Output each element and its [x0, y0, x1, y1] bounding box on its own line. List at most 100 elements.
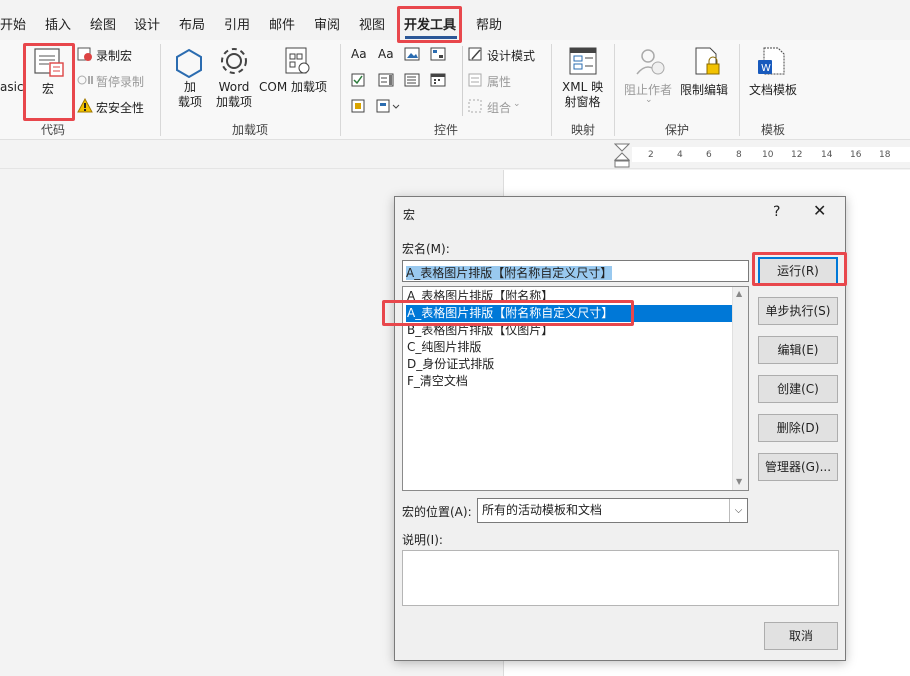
addins-hexagon-icon: [176, 48, 202, 78]
com-addins-icon: [285, 47, 310, 74]
group-label-mapping: 映射: [571, 123, 596, 137]
group-separator: [160, 44, 161, 136]
group-separator: [739, 44, 740, 136]
tab-draw[interactable]: 绘图: [90, 14, 116, 33]
group-label-code: 代码: [41, 123, 66, 137]
tab-mailings[interactable]: 邮件: [269, 14, 295, 33]
highlight-developer-tab: [397, 6, 462, 43]
controls-inner-separator: [462, 46, 463, 116]
step-into-button[interactable]: 单步执行(S): [758, 297, 838, 325]
chevron-down-icon[interactable]: ⌵: [729, 499, 747, 522]
highlight-macro-button: [23, 43, 75, 121]
scroll-up-icon[interactable]: ▲: [736, 289, 742, 298]
add-addins-button[interactable]: 加载项: [178, 80, 202, 110]
group-icon: [468, 99, 482, 113]
ribbon: asic 宏 录制宏 暂停录制 宏安全性 代码 加载项 Word 加载项 COM …: [0, 40, 910, 140]
macros-in-value: 所有的活动模板和文档: [482, 503, 603, 517]
ruler-number: 18: [879, 150, 891, 160]
design-mode-button[interactable]: 设计模式: [487, 47, 535, 64]
date-picker-control-icon[interactable]: [430, 73, 446, 87]
repeating-section-control-icon[interactable]: [351, 99, 367, 113]
tab-references[interactable]: 引用: [224, 14, 250, 33]
block-authors-icon: [636, 49, 665, 75]
tab-insert[interactable]: 插入: [45, 14, 71, 33]
scroll-down-icon[interactable]: ▼: [736, 477, 742, 486]
block-authors-dropdown-icon[interactable]: ⌄: [645, 95, 653, 105]
edit-button[interactable]: 编辑(E): [758, 336, 838, 364]
macro-name-label: 宏名(M):: [402, 242, 450, 256]
record-macro-icon: [77, 47, 92, 61]
group-label-protect: 保护: [665, 123, 690, 137]
restrict-editing-icon: [695, 47, 720, 75]
ruler-number: 10: [762, 150, 774, 160]
indent-marker-icon[interactable]: [614, 143, 630, 171]
macro-name-input[interactable]: A_表格图片排版【附名称自定义尺寸】: [402, 260, 749, 282]
group-separator: [340, 44, 341, 136]
dialog-title: 宏: [403, 208, 416, 222]
xml-mapping-pane-button[interactable]: XML 映射窗格: [562, 80, 603, 110]
pause-recording-button[interactable]: 暂停录制: [96, 73, 144, 90]
ruler-number: 14: [821, 150, 833, 160]
ruler-number: 6: [706, 150, 712, 160]
plain-text-control[interactable]: Aa: [378, 47, 394, 61]
list-item[interactable]: D_身份证式排版: [406, 356, 732, 373]
description-box: [402, 550, 839, 606]
tab-home[interactable]: 开始: [0, 14, 26, 33]
help-button[interactable]: ?: [773, 204, 780, 220]
xml-mapping-pane-icon: [569, 47, 597, 75]
ruler-number: 2: [648, 150, 654, 160]
record-macro-button[interactable]: 录制宏: [96, 47, 132, 64]
cancel-button[interactable]: 取消: [764, 622, 838, 650]
description-label: 说明(I):: [402, 533, 443, 547]
picture-control-icon[interactable]: [404, 47, 420, 61]
design-mode-icon: [468, 47, 482, 61]
pause-record-icon: [77, 75, 93, 85]
delete-button[interactable]: 删除(D): [758, 414, 838, 442]
group-dropdown-icon[interactable]: ⌄: [513, 99, 521, 109]
tab-view[interactable]: 视图: [359, 14, 385, 33]
list-item[interactable]: F_清空文档: [406, 373, 732, 390]
properties-icon: [468, 73, 482, 87]
macros-in-label: 宏的位置(A):: [402, 505, 472, 519]
group-label-addins: 加载项: [232, 123, 269, 137]
word-addins-button[interactable]: Word 加载项: [216, 80, 252, 110]
combo-box-control-icon[interactable]: [378, 73, 394, 87]
highlight-selected-macro: [382, 300, 634, 326]
ruler-number: 4: [677, 150, 683, 160]
macro-security-button[interactable]: 宏安全性: [96, 99, 144, 116]
group-label-templates: 模板: [761, 123, 786, 137]
ruler-number: 16: [850, 150, 862, 160]
svg-text:W: W: [761, 63, 771, 74]
document-template-button[interactable]: 文档模板: [749, 81, 797, 98]
tab-review[interactable]: 审阅: [314, 14, 340, 33]
building-block-control-icon[interactable]: [430, 47, 446, 61]
ruler-number: 8: [736, 150, 742, 160]
document-template-icon: W: [758, 47, 785, 75]
group-separator: [614, 44, 615, 136]
properties-button[interactable]: 属性: [487, 73, 511, 90]
gear-icon: [221, 48, 247, 74]
ruler-number: 12: [791, 150, 803, 160]
warning-icon: [77, 98, 93, 113]
close-icon[interactable]: ✕: [813, 201, 826, 220]
legacy-tools-icon[interactable]: [376, 98, 402, 114]
highlight-run-button: [752, 252, 847, 286]
create-button[interactable]: 创建(C): [758, 375, 838, 403]
restrict-editing-button[interactable]: 限制编辑: [680, 81, 728, 98]
group-button[interactable]: 组合: [487, 99, 511, 116]
group-label-controls: 控件: [434, 123, 459, 137]
group-separator: [551, 44, 552, 136]
tab-help[interactable]: 帮助: [476, 14, 502, 33]
list-scrollbar[interactable]: ▲ ▼: [732, 287, 748, 490]
macro-name-value: A_表格图片排版【附名称自定义尺寸】: [406, 266, 613, 280]
com-addins-button[interactable]: COM 加载项: [259, 80, 327, 95]
tab-layout[interactable]: 布局: [179, 14, 205, 33]
macros-in-select[interactable]: 所有的活动模板和文档 ⌵: [477, 498, 748, 523]
checkbox-control-icon[interactable]: [351, 73, 367, 87]
dropdown-list-control-icon[interactable]: [404, 73, 420, 87]
tab-design[interactable]: 设计: [134, 14, 160, 33]
organizer-button[interactable]: 管理器(G)...: [758, 453, 838, 481]
rich-text-control[interactable]: Aa: [351, 47, 367, 61]
visual-basic-label[interactable]: asic: [0, 80, 24, 95]
list-item[interactable]: C_纯图片排版: [406, 339, 732, 356]
